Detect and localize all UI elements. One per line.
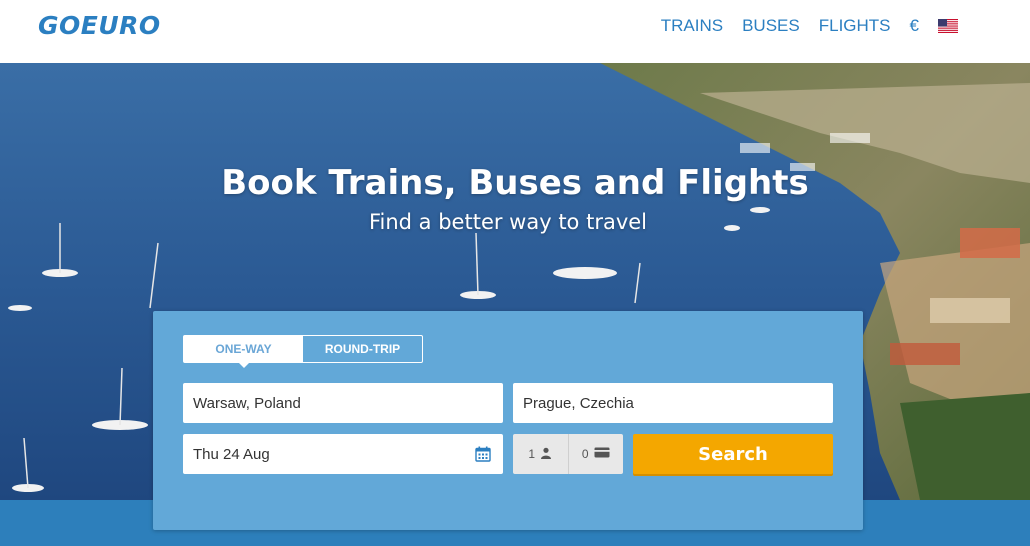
adult-count-value: 1: [528, 447, 536, 461]
hero-title: Book Trains, Buses and Flights: [221, 163, 809, 203]
adult-count[interactable]: 1: [513, 434, 568, 474]
currency-selector[interactable]: €: [910, 16, 919, 36]
trip-type-toggle: ONE-WAY ROUND-TRIP: [183, 335, 423, 368]
discount-card-count[interactable]: 0: [567, 434, 624, 474]
card-icon: [594, 447, 610, 461]
us-flag-icon[interactable]: [938, 19, 958, 33]
main-nav: TRAINS BUSES FLIGHTS €: [661, 16, 958, 36]
nav-trains-link[interactable]: TRAINS: [661, 16, 723, 36]
trip-one-way-option[interactable]: ONE-WAY: [184, 336, 303, 368]
hero-subtitle: Find a better way to travel: [368, 210, 647, 234]
calendar-icon[interactable]: [475, 446, 491, 462]
passenger-selector[interactable]: 1 0: [513, 434, 623, 474]
trip-round-trip-option[interactable]: ROUND-TRIP: [303, 336, 422, 362]
top-header: GOEURO TRAINS BUSES FLIGHTS €: [0, 0, 1030, 63]
date-input[interactable]: Thu 24 Aug: [183, 434, 503, 474]
departure-input[interactable]: Warsaw, Poland: [183, 383, 503, 423]
discount-card-count-value: 0: [581, 447, 589, 461]
nav-flights-link[interactable]: FLIGHTS: [819, 16, 891, 36]
search-button[interactable]: Search: [633, 434, 833, 474]
search-panel: ONE-WAY ROUND-TRIP Warsaw, Poland Prague…: [153, 311, 863, 530]
nav-buses-link[interactable]: BUSES: [742, 16, 800, 36]
person-icon: [540, 447, 552, 462]
arrival-input[interactable]: Prague, Czechia: [513, 383, 833, 423]
date-value: Thu 24 Aug: [193, 445, 270, 463]
goeuro-logo[interactable]: GOEURO: [38, 11, 161, 40]
